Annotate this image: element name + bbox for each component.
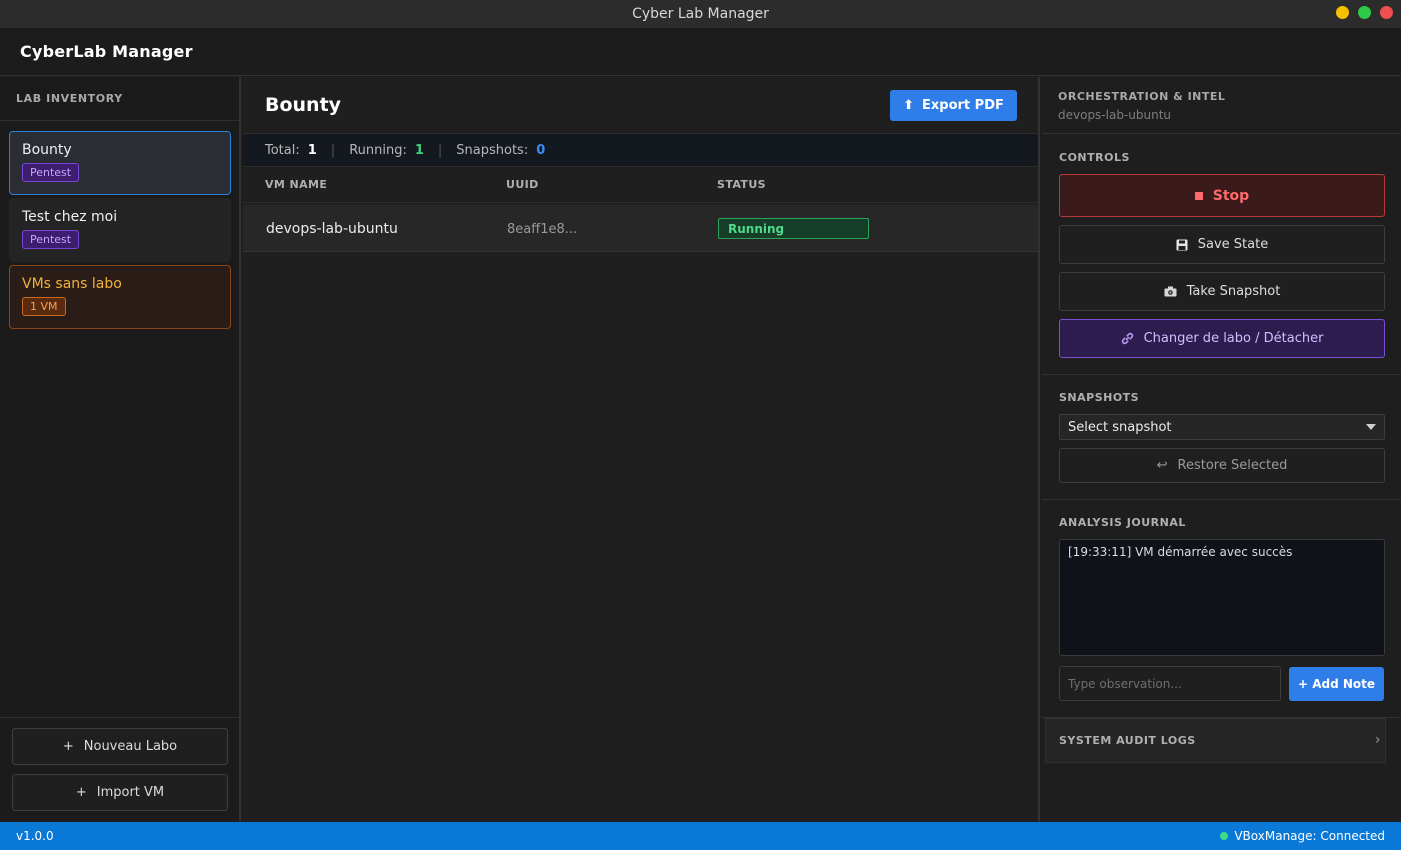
status-badge: Running — [718, 218, 869, 239]
link-icon — [1121, 332, 1134, 345]
camera-icon — [1164, 286, 1177, 297]
divider — [1042, 133, 1401, 134]
orchestration-panel: ORCHESTRATION & INTEL devops-lab-ubuntu … — [1042, 77, 1401, 821]
status-dot-icon — [1220, 832, 1229, 840]
status-bar: v1.0.0 VBoxManage: Connected — [0, 822, 1401, 850]
system-audit-logs-toggle[interactable]: SYSTEM AUDIT LOGS › — [1045, 718, 1386, 763]
new-lab-button[interactable]: + Nouveau Labo — [12, 728, 228, 765]
lab-item-vms-sans-labo[interactable]: VMs sans labo 1 VM — [9, 265, 231, 329]
take-snapshot-button[interactable]: Take Snapshot — [1059, 272, 1385, 311]
table-row[interactable]: devops-lab-ubuntu 8eaff1e8... Running — [243, 205, 1038, 252]
change-lab-button[interactable]: Changer de labo / Détacher — [1059, 319, 1385, 358]
page-title: Bounty — [265, 94, 342, 116]
lab-tag: Pentest — [22, 163, 80, 182]
lab-name: VMs sans labo — [22, 276, 122, 292]
lab-item-bounty[interactable]: Bounty Pentest — [9, 131, 231, 195]
lab-tag: Pentest — [22, 230, 80, 249]
connection-status: VBoxManage: Connected — [1220, 829, 1385, 843]
save-state-label: Save State — [1197, 237, 1269, 252]
sidebar-footer: + Nouveau Labo + Import VM — [0, 717, 239, 821]
running-value: 1 — [414, 142, 424, 158]
add-note-button[interactable]: + Add Note — [1289, 667, 1384, 701]
stats-separator: | — [330, 142, 336, 158]
total-value: 1 — [307, 142, 317, 158]
snapshots-section-label: SNAPSHOTS — [1059, 391, 1140, 404]
vm-count-badge: 1 VM — [22, 297, 66, 316]
app-version: v1.0.0 — [16, 829, 54, 843]
import-vm-button[interactable]: + Import VM — [12, 774, 228, 811]
panel-title: ORCHESTRATION & INTEL — [1058, 90, 1226, 103]
chevron-down-icon — [1366, 424, 1376, 430]
restore-snapshot-button[interactable]: ↩ Restore Selected — [1059, 448, 1385, 483]
save-state-button[interactable]: Save State — [1059, 225, 1385, 264]
plus-icon: + — [75, 785, 87, 800]
window-controls — [1336, 6, 1393, 19]
journal-section-label: ANALYSIS JOURNAL — [1059, 516, 1186, 529]
controls-label: CONTROLS — [1059, 151, 1130, 164]
restore-label: Restore Selected — [1177, 458, 1288, 473]
new-lab-label: Nouveau Labo — [83, 739, 178, 754]
connection-text: VBoxManage: Connected — [1234, 829, 1385, 843]
observation-input[interactable] — [1059, 666, 1281, 701]
lab-inventory-title: LAB INVENTORY — [0, 77, 239, 121]
total-label: Total: — [265, 142, 300, 158]
stats-separator: | — [437, 142, 443, 158]
running-label: Running: — [349, 142, 407, 158]
upload-icon: ⬆ — [903, 97, 915, 113]
lab-item-test-chez-moi[interactable]: Test chez moi Pentest — [9, 198, 231, 262]
chevron-right-icon: › — [1374, 732, 1381, 748]
snapshot-select[interactable]: Select snapshot — [1059, 414, 1385, 440]
snapshots-value: 0 — [536, 142, 546, 158]
table-header: VM NAME UUID STATUS — [243, 167, 1038, 203]
stats-bar: Total: 1 | Running: 1 | Snapshots: 0 — [243, 133, 1038, 167]
minimize-button[interactable] — [1336, 6, 1349, 19]
app-header: CyberLab Manager — [0, 28, 1401, 76]
vm-name-cell: devops-lab-ubuntu — [266, 221, 398, 237]
selected-vm-name: devops-lab-ubuntu — [1058, 108, 1172, 122]
window-title: Cyber Lab Manager — [632, 6, 769, 22]
analysis-journal[interactable]: [19:33:11] VM démarrée avec succès — [1059, 539, 1385, 656]
journal-entry: [19:33:11] VM démarrée avec succès — [1068, 545, 1293, 559]
column-header-status[interactable]: STATUS — [717, 178, 766, 191]
change-lab-label: Changer de labo / Détacher — [1143, 331, 1324, 346]
lab-name: Bounty — [22, 142, 72, 158]
lab-name: Test chez moi — [22, 209, 118, 225]
window-titlebar: Cyber Lab Manager — [0, 0, 1401, 28]
stop-button[interactable]: Stop — [1059, 174, 1385, 217]
undo-icon: ↩ — [1156, 458, 1168, 473]
take-snapshot-label: Take Snapshot — [1186, 284, 1281, 299]
main-header: Bounty ⬆ Export PDF — [243, 77, 1038, 133]
stop-icon — [1194, 191, 1203, 200]
column-header-uuid[interactable]: UUID — [506, 178, 539, 191]
column-header-vm-name[interactable]: VM NAME — [265, 178, 327, 191]
main-panel: Bounty ⬆ Export PDF Total: 1 | Running: … — [243, 77, 1040, 821]
floppy-disk-icon — [1176, 239, 1188, 251]
import-vm-label: Import VM — [96, 785, 165, 800]
snapshot-select-value: Select snapshot — [1068, 419, 1172, 435]
app-brand: CyberLab Manager — [20, 42, 193, 61]
stop-label: Stop — [1212, 187, 1250, 204]
export-pdf-button[interactable]: ⬆ Export PDF — [890, 89, 1017, 121]
divider — [1042, 374, 1401, 375]
export-pdf-label: Export PDF — [922, 97, 1004, 113]
lab-sidebar: LAB INVENTORY Bounty Pentest Test chez m… — [0, 77, 241, 821]
plus-icon: + — [62, 739, 74, 754]
vm-uuid-cell: 8eaff1e8... — [507, 222, 578, 237]
maximize-button[interactable] — [1358, 6, 1371, 19]
audit-logs-label: SYSTEM AUDIT LOGS — [1059, 734, 1196, 747]
divider — [1042, 499, 1401, 500]
close-button[interactable] — [1380, 6, 1393, 19]
snapshots-label: Snapshots: — [456, 142, 529, 158]
